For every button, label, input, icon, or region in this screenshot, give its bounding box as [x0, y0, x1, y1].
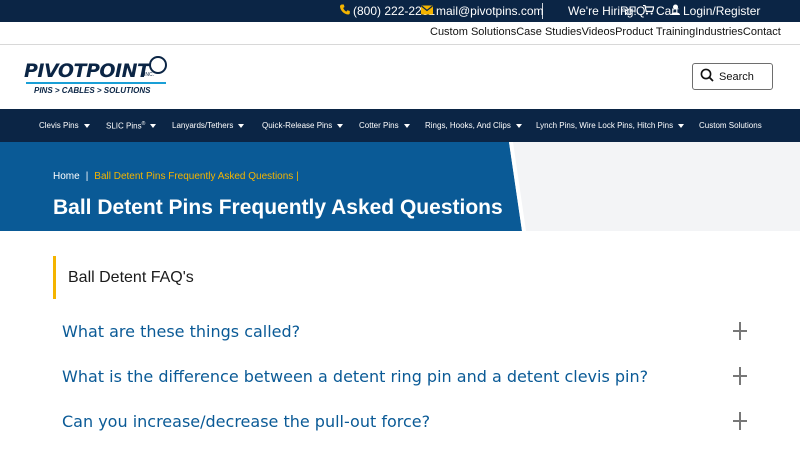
- logo-swoosh: [26, 82, 166, 84]
- mail-icon: [421, 5, 433, 18]
- nav-label: Cotter Pins: [359, 121, 399, 130]
- nav-rings-hooks-clips[interactable]: Rings, Hooks, And Clips: [425, 121, 522, 130]
- search-button[interactable]: Search: [692, 63, 773, 90]
- chevron-down-icon: [83, 123, 90, 128]
- chevron-down-icon: [150, 123, 157, 128]
- nav-label: Quick-Release Pins: [262, 121, 333, 130]
- page-hero: Home | Ball Detent Pins Frequently Asked…: [0, 142, 800, 231]
- page-title: Ball Detent Pins Frequently Asked Questi…: [53, 196, 503, 219]
- user-icon: [671, 4, 680, 18]
- main-nav: Clevis Pins SLIC Pins® Lanyards/Tethers …: [0, 109, 800, 142]
- breadcrumb: Home | Ball Detent Pins Frequently Asked…: [53, 171, 299, 182]
- logo-inc: INC.: [144, 72, 154, 78]
- nav-label: SLIC Pins®: [106, 121, 146, 131]
- logo-wordmark: PIVOTPOINT: [24, 60, 150, 82]
- search-icon: [700, 68, 714, 85]
- nav-lanyards-tethers[interactable]: Lanyards/Tethers: [172, 121, 245, 130]
- nav-label: Rings, Hooks, And Clips: [425, 121, 511, 130]
- nav-label: Clevis Pins: [39, 121, 79, 130]
- email-address: mail@pivotpins.com: [436, 4, 544, 18]
- topbar-divider: [542, 3, 543, 19]
- secnav-industries[interactable]: Industries: [695, 26, 743, 38]
- chevron-down-icon: [515, 123, 522, 128]
- nav-cotter-pins[interactable]: Cotter Pins: [359, 121, 410, 130]
- nav-slic-pins[interactable]: SLIC Pins®: [106, 121, 157, 131]
- nav-quick-release-pins[interactable]: Quick-Release Pins: [262, 121, 344, 130]
- header-divider: [0, 44, 800, 45]
- chevron-down-icon: [337, 123, 344, 128]
- chevron-down-icon: [403, 123, 410, 128]
- breadcrumb-home[interactable]: Home: [53, 171, 80, 182]
- faq-question[interactable]: What is the difference between a detent …: [62, 356, 762, 396]
- faq-question[interactable]: Can you increase/decrease the pull-out f…: [62, 401, 762, 441]
- pivotpoint-logo[interactable]: PIVOTPOINT INC. PINS > CABLES > SOLUTION…: [24, 56, 174, 100]
- secnav-custom-solutions[interactable]: Custom Solutions: [430, 26, 516, 38]
- nav-custom-solutions[interactable]: Custom Solutions: [699, 121, 762, 130]
- rfq-link[interactable]: RFQ: [620, 4, 645, 18]
- faq-question-text: What is the difference between a detent …: [62, 366, 649, 386]
- cart-icon: [643, 4, 655, 18]
- nav-label: Custom Solutions: [699, 121, 762, 130]
- plus-icon[interactable]: [733, 367, 747, 385]
- secnav-contact[interactable]: Contact: [743, 26, 781, 38]
- chevron-down-icon: [238, 123, 245, 128]
- nav-lynch-pins[interactable]: Lynch Pins, Wire Lock Pins, Hitch Pins: [536, 121, 685, 130]
- secnav-case-studies[interactable]: Case Studies: [516, 26, 581, 38]
- login-label: Login/Register: [683, 4, 761, 18]
- faq-question[interactable]: What are these things called?: [62, 311, 762, 351]
- secnav-videos[interactable]: Videos: [582, 26, 615, 38]
- secondary-nav: Custom Solutions Case Studies Videos Pro…: [430, 26, 781, 38]
- email-link[interactable]: mail@pivotpins.com: [421, 4, 544, 18]
- chevron-down-icon: [678, 123, 685, 128]
- secnav-product-training[interactable]: Product Training: [615, 26, 695, 38]
- top-utility-bar: (800) 222-2231 mail@pivotpins.com We're …: [0, 0, 800, 22]
- nav-label: Lanyards/Tethers: [172, 121, 234, 130]
- phone-icon: [339, 4, 350, 18]
- faq-question-text: Can you increase/decrease the pull-out f…: [62, 411, 431, 431]
- logo-tagline: PINS > CABLES > SOLUTIONS: [34, 86, 151, 95]
- breadcrumb-current: Ball Detent Pins Frequently Asked Questi…: [94, 171, 299, 182]
- faq-question-text: What are these things called?: [62, 321, 301, 341]
- nav-clevis-pins[interactable]: Clevis Pins: [39, 121, 90, 130]
- nav-label: Lynch Pins, Wire Lock Pins, Hitch Pins: [536, 121, 674, 130]
- search-label: Search: [719, 70, 754, 83]
- breadcrumb-separator: |: [85, 171, 89, 182]
- login-link[interactable]: Login/Register: [671, 4, 760, 18]
- plus-icon[interactable]: [733, 322, 747, 340]
- plus-icon[interactable]: [733, 412, 747, 430]
- faq-heading: Ball Detent FAQ's: [53, 256, 194, 299]
